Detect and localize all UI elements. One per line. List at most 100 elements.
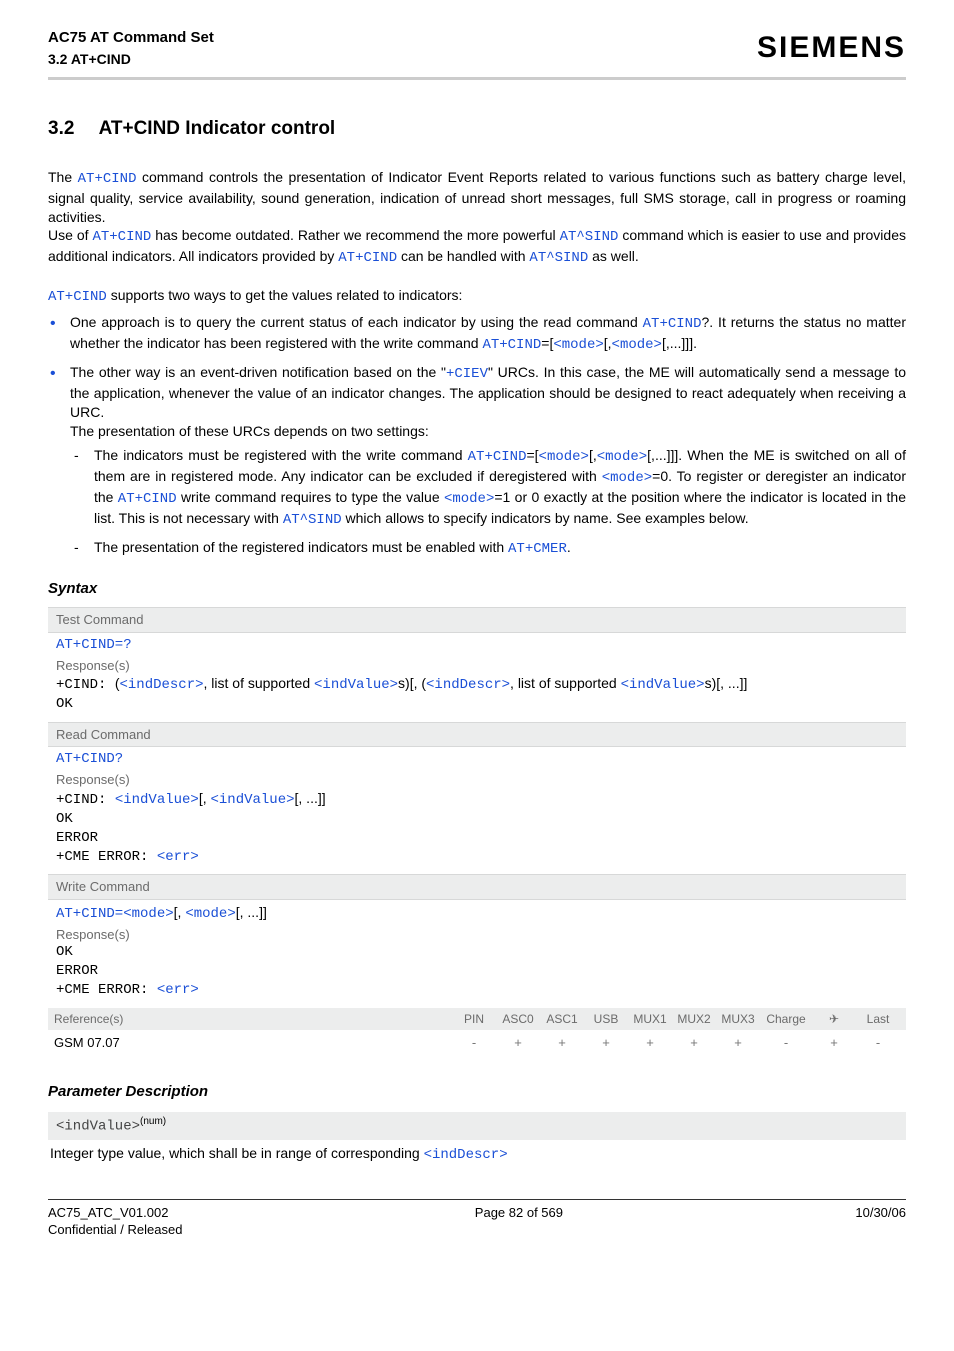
param-mode[interactable]: <mode> bbox=[185, 906, 235, 922]
reference-marks: - + + + + + + - + - bbox=[452, 1034, 900, 1052]
param-sup: (num) bbox=[140, 1116, 166, 1127]
footer-date: 10/30/06 bbox=[855, 1204, 906, 1239]
param-indvalue[interactable]: <indValue> bbox=[621, 677, 705, 693]
list-item: The other way is an event-driven notific… bbox=[48, 363, 906, 559]
text: write command requires to type the value bbox=[177, 489, 444, 505]
mark: + bbox=[496, 1034, 540, 1052]
write-response: OK ERROR +CME ERROR: <err> bbox=[56, 943, 898, 1000]
param-indvalue[interactable]: <indValue> bbox=[314, 677, 398, 693]
text: supports two ways to get the values rela… bbox=[107, 287, 463, 303]
mark: + bbox=[812, 1034, 856, 1052]
section-number: 3.2 bbox=[48, 116, 94, 142]
test-command-block: AT+CIND=? Response(s) +CIND: (<indDescr>… bbox=[48, 633, 906, 722]
text: =[ bbox=[541, 335, 553, 351]
col-mux1: MUX1 bbox=[628, 1011, 672, 1027]
section-name: AT+CIND Indicator control bbox=[99, 118, 336, 139]
param-err[interactable]: <err> bbox=[157, 982, 199, 998]
link-atcind[interactable]: AT+CIND bbox=[78, 171, 137, 187]
section-title: 3.2 AT+CIND Indicator control bbox=[48, 116, 906, 142]
link-ciev[interactable]: +CIEV bbox=[446, 366, 488, 382]
text: The presentation of these URCs depends o… bbox=[70, 423, 429, 439]
param-indvalue[interactable]: <indValue> bbox=[211, 792, 295, 808]
intro-para-2: Use of AT+CIND has become outdated. Rath… bbox=[48, 226, 906, 268]
parameter-heading: Parameter Description bbox=[48, 1082, 906, 1102]
col-charge: Charge bbox=[760, 1011, 812, 1027]
read-command-label: Read Command bbox=[48, 722, 906, 748]
mark: - bbox=[452, 1034, 496, 1052]
param-mode[interactable]: <mode> bbox=[553, 337, 603, 353]
param-mode[interactable]: <mode> bbox=[612, 337, 662, 353]
link-atcind[interactable]: AT+CIND bbox=[482, 337, 541, 353]
link-atcind[interactable]: AT+CIND bbox=[48, 289, 107, 305]
col-mux2: MUX2 bbox=[672, 1011, 716, 1027]
text: as well. bbox=[588, 248, 639, 264]
text: [, bbox=[604, 335, 612, 351]
link-atsind[interactable]: AT^SIND bbox=[560, 229, 619, 245]
param-mode[interactable]: <mode> bbox=[444, 491, 494, 507]
text: [, ...]] bbox=[295, 790, 326, 806]
link-atsind[interactable]: AT^SIND bbox=[283, 512, 342, 528]
header-rule bbox=[48, 77, 906, 80]
text: s)[, ...]] bbox=[705, 675, 748, 691]
param-inddescr[interactable]: <indDescr> bbox=[119, 677, 203, 693]
text: Use of bbox=[48, 227, 92, 243]
error-text: ERROR bbox=[56, 830, 98, 846]
text: One approach is to query the current sta… bbox=[70, 314, 643, 330]
link-atcmer[interactable]: AT+CMER bbox=[508, 541, 567, 557]
dash-list: The indicators must be registered with t… bbox=[70, 446, 906, 558]
read-command-block: AT+CIND? Response(s) +CIND: <indValue>[,… bbox=[48, 747, 906, 874]
ok-text: OK bbox=[56, 696, 73, 712]
text: AT+CIND= bbox=[56, 906, 123, 922]
page-header: AC75 AT Command Set 3.2 AT+CIND SIEMENS bbox=[48, 28, 906, 69]
reference-data-row: GSM 07.07 - + + + + + + - + - bbox=[48, 1030, 906, 1056]
param-mode[interactable]: <mode> bbox=[123, 906, 173, 922]
write-command-label: Write Command bbox=[48, 874, 906, 900]
text: [, ...]] bbox=[236, 904, 267, 920]
airplane-icon: ✈ bbox=[812, 1011, 856, 1027]
text: , list of supported bbox=[510, 675, 621, 691]
text: , list of supported bbox=[204, 675, 315, 691]
response-label: Response(s) bbox=[56, 771, 898, 789]
col-pin: PIN bbox=[452, 1011, 496, 1027]
param-indvalue[interactable]: <indValue> bbox=[56, 1119, 140, 1135]
page-footer: AC75_ATC_V01.002 Confidential / Released… bbox=[48, 1200, 906, 1239]
text: [,...]]]. bbox=[662, 335, 697, 351]
doc-status: Confidential / Released bbox=[48, 1222, 182, 1237]
text: +CIND: bbox=[56, 792, 115, 808]
text: The other way is an event-driven notific… bbox=[70, 364, 446, 380]
text: [, bbox=[589, 447, 597, 463]
text: . bbox=[567, 539, 571, 555]
param-err[interactable]: <err> bbox=[157, 849, 199, 865]
link-atcind[interactable]: AT+CIND bbox=[468, 449, 527, 465]
text: The presentation of the registered indic… bbox=[94, 539, 508, 555]
write-command-block: AT+CIND=<mode>[, <mode>[, ...]] Response… bbox=[48, 900, 906, 1008]
link-atcind[interactable]: AT+CIND bbox=[92, 229, 151, 245]
response-label: Response(s) bbox=[56, 926, 898, 944]
text: s)[, ( bbox=[398, 675, 426, 691]
mark: + bbox=[584, 1034, 628, 1052]
param-indvalue[interactable]: <indValue> bbox=[115, 792, 199, 808]
text: =[ bbox=[526, 447, 538, 463]
test-command: AT+CIND=? bbox=[56, 636, 898, 655]
doc-version: AC75_ATC_V01.002 bbox=[48, 1205, 168, 1220]
cme-text: +CME ERROR: bbox=[56, 849, 157, 865]
link-atcind[interactable]: AT+CIND bbox=[118, 491, 177, 507]
intro-para-1: The AT+CIND command controls the present… bbox=[48, 168, 906, 227]
col-asc0: ASC0 bbox=[496, 1011, 540, 1027]
parameter-name-box: <indValue>(num) bbox=[48, 1112, 906, 1140]
mark: - bbox=[760, 1034, 812, 1052]
link-atcind[interactable]: AT+CIND bbox=[338, 250, 397, 266]
text: Integer type value, which shall be in ra… bbox=[50, 1145, 424, 1161]
text: [, bbox=[174, 904, 186, 920]
ok-text: OK bbox=[56, 811, 73, 827]
param-mode[interactable]: <mode> bbox=[539, 449, 589, 465]
link-atcind[interactable]: AT+CIND bbox=[643, 316, 702, 332]
link-atsind[interactable]: AT^SIND bbox=[529, 250, 588, 266]
param-mode[interactable]: <mode> bbox=[602, 470, 652, 486]
param-inddescr[interactable]: <indDescr> bbox=[424, 1147, 508, 1163]
reference-label: Reference(s) bbox=[54, 1011, 452, 1027]
footer-left: AC75_ATC_V01.002 Confidential / Released bbox=[48, 1204, 182, 1239]
mark: + bbox=[716, 1034, 760, 1052]
param-inddescr[interactable]: <indDescr> bbox=[426, 677, 510, 693]
param-mode[interactable]: <mode> bbox=[597, 449, 647, 465]
